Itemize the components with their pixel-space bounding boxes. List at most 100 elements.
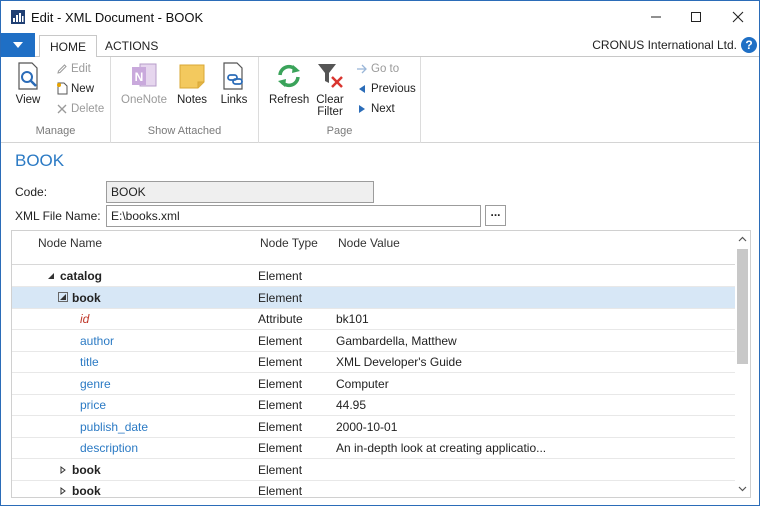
delete-x-icon xyxy=(55,102,68,115)
node-type-cell: Element xyxy=(258,290,303,305)
svg-text:N: N xyxy=(135,70,144,84)
maximize-button[interactable] xyxy=(673,5,719,29)
tab-home[interactable]: HOME xyxy=(39,35,97,58)
node-name-cell: price xyxy=(80,398,107,412)
delete-label: Delete xyxy=(71,102,105,115)
table-row[interactable]: book Element xyxy=(12,286,736,309)
node-name-cell: author xyxy=(80,333,115,348)
table-row[interactable]: description Element An in-depth look at cr… xyxy=(12,437,736,459)
collapse-box-icon[interactable] xyxy=(58,291,68,302)
go-to-label: Go to xyxy=(371,62,400,75)
table-row[interactable]: genre Element Computer xyxy=(12,373,736,395)
application-menu-button[interactable] xyxy=(1,33,35,57)
node-type-cell: Element xyxy=(258,333,303,348)
xml-file-name-field[interactable] xyxy=(106,205,481,227)
node-value-cell: Computer xyxy=(336,376,389,391)
node-type-cell: Attribute xyxy=(258,312,303,326)
node-name-cell: description xyxy=(80,441,139,455)
table-row[interactable]: price Element 44.95 xyxy=(12,394,736,416)
ribbon-group-manage: View Edit New Delete Manage xyxy=(1,57,111,143)
column-header-node-type[interactable]: Node Type xyxy=(260,236,318,250)
previous-label: Previous xyxy=(371,82,416,95)
scrollbar-thumb[interactable] xyxy=(737,249,748,364)
node-name-cell: book xyxy=(72,462,101,477)
node-value-cell: 2000-10-01 xyxy=(336,419,398,434)
sticky-note-icon xyxy=(179,64,205,89)
ribbon-tab-bar: HOME ACTIONS CRONUS International Ltd. ? xyxy=(1,33,759,58)
next-triangle-icon xyxy=(355,102,368,115)
clear-filter-label-line1: Clear xyxy=(316,94,344,106)
previous-triangle-icon xyxy=(355,82,368,95)
node-type-cell: Element xyxy=(258,441,303,455)
node-name-cell: book xyxy=(72,484,101,498)
edit-button[interactable]: Edit xyxy=(55,62,91,75)
scroll-down-icon[interactable] xyxy=(738,484,747,493)
node-value-cell: Gambardella, Matthew xyxy=(336,333,457,348)
node-type-cell: Element xyxy=(258,269,303,283)
collapse-triangle-icon[interactable] xyxy=(46,271,56,281)
node-name-cell: publish_date xyxy=(80,419,149,434)
onenote-label: OneNote xyxy=(121,94,168,106)
app-logo-icon xyxy=(11,10,25,24)
ribbon: View Edit New Delete Manage N OneNote No… xyxy=(1,57,759,143)
node-name-cell: genre xyxy=(80,376,111,391)
previous-button[interactable]: Previous xyxy=(355,82,416,95)
go-to-arrow-icon xyxy=(355,62,368,75)
xml-node-grid: Node Name Node Type Node Value catalog El… xyxy=(11,230,751,498)
table-row[interactable]: book Element xyxy=(12,480,736,498)
vertical-scrollbar[interactable] xyxy=(735,231,750,497)
view-label: View xyxy=(15,94,41,106)
table-row[interactable]: catalog Element xyxy=(12,265,736,287)
maximize-icon xyxy=(691,12,701,22)
ribbon-group-show-attached: N OneNote Notes Links Show Attached xyxy=(111,57,259,143)
clear-filter-label-line2: Filter xyxy=(317,106,343,118)
group-label-show-attached: Show Attached xyxy=(147,125,222,137)
tab-actions[interactable]: ACTIONS xyxy=(95,35,168,58)
links-label: Links xyxy=(220,94,248,106)
new-button[interactable]: New xyxy=(55,82,94,95)
table-row[interactable]: publish_date Element 2000-10-01 xyxy=(12,416,736,438)
edit-label: Edit xyxy=(71,62,91,75)
expand-triangle-icon[interactable] xyxy=(58,465,68,475)
column-header-node-value[interactable]: Node Value xyxy=(338,236,400,250)
table-row[interactable]: title Element XML Developer's Guide xyxy=(12,351,736,373)
browse-button[interactable]: ... xyxy=(485,205,506,226)
window-title: Edit - XML Document - BOOK xyxy=(31,10,204,25)
delete-button[interactable]: Delete xyxy=(55,102,104,115)
node-value-cell: An in-depth look at creating applicatio.… xyxy=(336,441,547,455)
node-name-cell: book xyxy=(72,290,101,305)
go-to-button[interactable]: Go to xyxy=(355,62,399,75)
node-name-cell: id xyxy=(80,312,90,326)
column-header-node-name[interactable]: Node Name xyxy=(38,236,102,250)
notes-label: Notes xyxy=(177,94,208,106)
new-document-icon xyxy=(55,82,68,95)
node-type-cell: Element xyxy=(258,355,303,369)
refresh-button[interactable]: Refresh xyxy=(269,61,309,106)
refresh-label: Refresh xyxy=(269,94,310,106)
onenote-button[interactable]: N OneNote xyxy=(121,61,167,106)
table-row[interactable]: id Attribute bk101 xyxy=(12,308,736,330)
table-row[interactable]: author Element Gambardella, Matthew xyxy=(12,330,736,352)
table-row[interactable]: book Element xyxy=(12,459,736,481)
node-name-cell: title xyxy=(80,355,99,369)
application-window: Edit - XML Document - BOOK HOME ACTIONS … xyxy=(0,0,760,506)
links-button[interactable]: Links xyxy=(219,61,249,106)
help-icon[interactable]: ? xyxy=(741,37,757,53)
close-button[interactable] xyxy=(715,5,759,29)
node-type-cell: Element xyxy=(258,398,303,412)
clear-filter-icon xyxy=(318,64,343,88)
clear-filter-button[interactable]: Clear Filter xyxy=(315,61,345,118)
page-title: BOOK xyxy=(15,151,65,170)
close-icon xyxy=(732,11,744,23)
next-label: Next xyxy=(371,102,395,115)
group-label-manage: Manage xyxy=(35,125,76,137)
expand-triangle-icon[interactable] xyxy=(58,486,68,496)
scroll-up-icon[interactable] xyxy=(738,235,747,244)
notes-button[interactable]: Notes xyxy=(177,61,207,106)
onenote-icon: N xyxy=(132,63,157,87)
code-field[interactable] xyxy=(106,181,374,203)
node-type-cell: Element xyxy=(258,419,303,434)
view-button[interactable]: View xyxy=(13,61,43,106)
company-name[interactable]: CRONUS International Ltd. xyxy=(592,38,737,52)
next-button[interactable]: Next xyxy=(355,102,395,115)
